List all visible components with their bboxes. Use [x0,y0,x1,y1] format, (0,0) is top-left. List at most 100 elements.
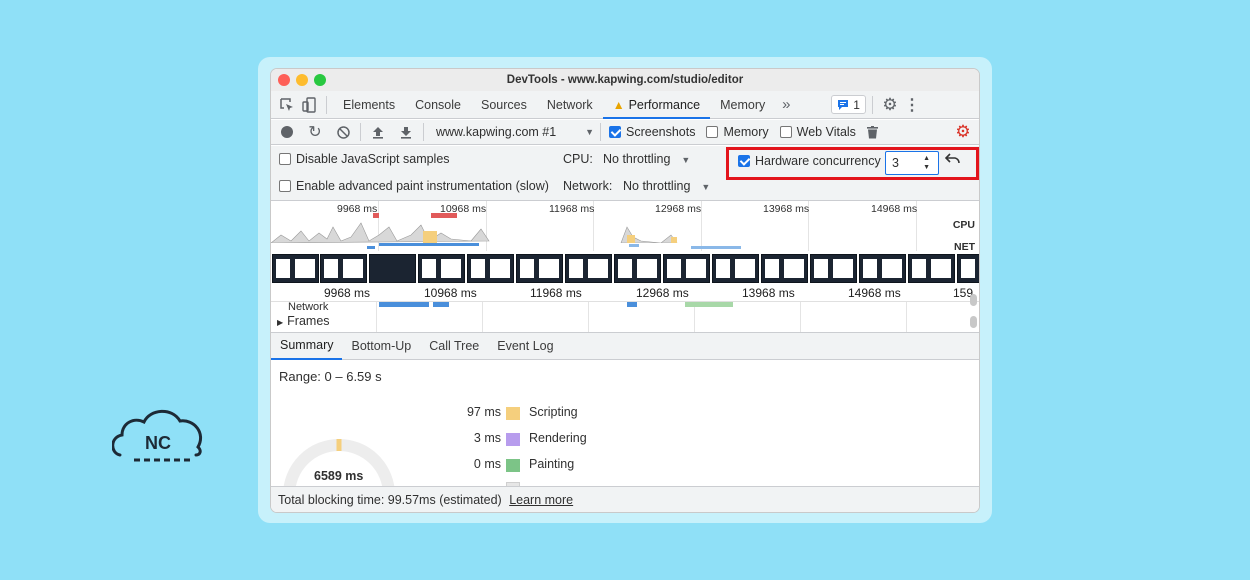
warning-icon: ▲ [612,97,625,112]
more-tabs-icon[interactable]: » [775,94,797,116]
learn-more-link[interactable]: Learn more [509,493,573,507]
net-lane-label: NET [954,241,975,253]
tab-elements[interactable]: Elements [333,91,405,119]
memory-label: Memory [723,125,769,139]
tab-memory[interactable]: Memory [710,91,775,119]
minimize-window-button[interactable] [296,74,308,86]
hardware-concurrency-checkbox[interactable] [738,155,750,167]
details-tab-bar: Summary Bottom-Up Call Tree Event Log [271,332,979,360]
screenshots-toggle[interactable]: Screenshots [609,125,695,139]
legend-swatch [506,459,520,472]
screenshot-thumbnail[interactable] [467,254,514,283]
window-title: DevTools - www.kapwing.com/studio/editor [506,74,744,86]
timeline-tracks[interactable]: Network ▶ Frames [271,294,979,334]
vertical-scrollbar-thumb[interactable] [970,294,977,306]
screenshot-thumbnail[interactable] [320,254,367,283]
paint-instrumentation-label: Enable advanced paint instrumentation (s… [296,179,549,193]
window-controls [278,74,326,86]
screenshot-thumbnail[interactable] [614,254,661,283]
tab-console[interactable]: Console [405,91,471,119]
hardware-concurrency-input[interactable]: 3 ▲ ▼ [885,151,939,175]
legend-value: 3 ms [473,431,501,445]
paint-instrumentation-checkbox[interactable] [279,180,291,192]
divider [871,95,873,114]
webvitals-checkbox[interactable] [779,126,792,138]
expand-triangle-icon[interactable]: ▶ [277,318,283,327]
reset-concurrency-icon[interactable] [944,152,961,169]
kebab-menu-icon[interactable]: ⋮ [901,94,923,116]
ruler-tick: 14968 ms [848,286,901,300]
network-track-label: Network [288,302,329,310]
gear-icon[interactable]: ⚙ [879,94,901,116]
legend-row-painting: 0 ms Painting [371,457,701,477]
screenshot-thumbnail[interactable] [957,254,979,283]
legend-row-scripting: 97 ms Scripting [371,405,701,425]
screenshot-thumbnail[interactable] [859,254,906,283]
download-icon[interactable] [395,121,417,143]
legend-swatch [506,433,520,446]
ruler-tick: 13968 ms [742,286,795,300]
screenshot-thumbnail[interactable] [272,254,319,283]
paint-instrumentation-toggle[interactable]: Enable advanced paint instrumentation (s… [279,179,549,193]
profile-select[interactable]: www.kapwing.com #1 ▼ [436,125,594,139]
disable-js-checkbox[interactable] [279,153,291,165]
vertical-scrollbar-thumb[interactable] [970,316,977,328]
main-tab-bar: Elements Console Sources Network ▲ Perfor… [271,91,979,119]
frames-track[interactable]: ▶ Frames [277,314,330,328]
spinner-arrows-icon[interactable]: ▲ ▼ [923,154,930,172]
screenshots-checkbox[interactable] [609,126,621,138]
tab-call-tree[interactable]: Call Tree [420,333,488,359]
frames-label: Frames [287,314,330,328]
upload-icon[interactable] [367,121,389,143]
tab-sources[interactable]: Sources [471,91,537,119]
memory-checkbox[interactable] [706,126,719,138]
divider [360,123,361,141]
cpu-throttling-select[interactable]: No throttling ▼ [603,152,690,166]
maximize-window-button[interactable] [314,74,326,86]
network-track[interactable]: Network [271,302,966,310]
trash-icon[interactable] [862,121,884,143]
legend-label: Painting [529,457,575,471]
capture-settings-gear-icon[interactable]: ⚙ [952,121,974,143]
legend-value: 0 ms [473,457,501,471]
issues-badge[interactable]: 1 [831,95,866,114]
network-label: Network: [563,179,613,193]
screenshot-thumbnail[interactable] [565,254,612,283]
screenshot-thumbnail[interactable] [663,254,710,283]
tab-network[interactable]: Network [537,91,603,119]
disable-js-label: Disable JavaScript samples [296,152,450,166]
devtools-window: DevTools - www.kapwing.com/studio/editor… [270,68,980,513]
screenshot-thumbnail[interactable] [810,254,857,283]
disable-js-samples-toggle[interactable]: Disable JavaScript samples [279,152,450,166]
network-throttling-select[interactable]: No throttling ▼ [623,179,710,193]
memory-toggle[interactable]: Memory [706,125,769,139]
clear-icon[interactable] [332,121,354,143]
hardware-concurrency-toggle[interactable]: Hardware concurrency [738,154,881,168]
screenshot-thumbnail[interactable] [369,254,416,283]
logo-text: NC [145,433,171,453]
record-button[interactable] [276,121,298,143]
tab-bottom-up[interactable]: Bottom-Up [342,333,420,359]
reload-record-icon[interactable]: ↻ [304,121,326,143]
ruler-tick: 9968 ms [324,286,371,300]
screenshot-thumbnail[interactable] [761,254,808,283]
inspect-element-icon[interactable] [276,94,298,116]
status-footer: Total blocking time: 99.57ms (estimated)… [271,486,979,512]
device-toolbar-icon[interactable] [298,94,320,116]
summary-panel: Range: 0 – 6.59 s 6589 ms 97 ms Scriptin… [271,361,979,497]
close-window-button[interactable] [278,74,290,86]
tab-performance[interactable]: ▲ Performance [602,91,711,119]
legend-value: 97 ms [466,405,501,419]
tab-performance-label: Performance [628,97,701,112]
tab-event-log[interactable]: Event Log [488,333,562,359]
tab-summary[interactable]: Summary [271,332,343,360]
webvitals-toggle[interactable]: Web Vitals [779,125,856,139]
legend-label: Scripting [529,405,578,419]
screenshot-thumbnail[interactable] [516,254,563,283]
screenshot-thumbnail[interactable] [418,254,465,283]
divider [423,123,424,141]
screenshot-thumbnail[interactable] [908,254,955,283]
screenshot-thumbnail[interactable] [712,254,759,283]
hardware-concurrency-value: 3 [892,156,899,170]
summary-total: 6589 ms [314,469,364,483]
